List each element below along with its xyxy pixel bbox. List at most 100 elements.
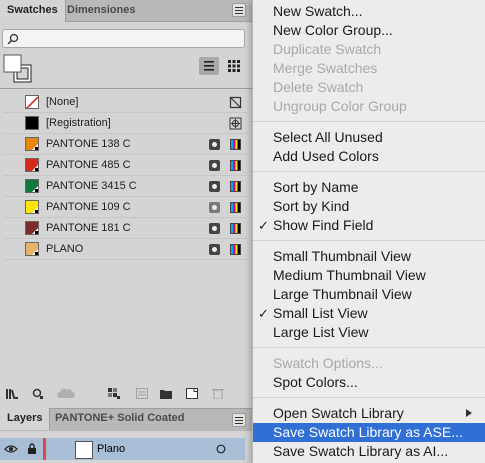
- menu-separator: [253, 171, 485, 172]
- swatch-label: [None]: [46, 96, 79, 108]
- spot-color-icon: [209, 202, 220, 213]
- search-icon: [7, 33, 19, 45]
- swatch-label: [Registration]: [46, 117, 111, 129]
- swatches-panel: Swatches Dimensiones [None] [Registratio…: [0, 0, 252, 463]
- list-view-button[interactable]: [199, 57, 219, 75]
- menu-item-show-find-field[interactable]: ✓ Show Find Field: [253, 216, 485, 235]
- delete-swatch-icon: [212, 389, 224, 399]
- spot-color-icon: [209, 244, 220, 255]
- swatch-libraries-icon[interactable]: [6, 388, 18, 399]
- eye-icon[interactable]: [4, 444, 18, 454]
- swatches-flyout-menu: New Swatch... New Color Group... Duplica…: [252, 0, 485, 463]
- target-icon[interactable]: [216, 444, 226, 454]
- swatch-list: [None] [Registration] PANTONE 138 C PANT…: [3, 92, 247, 260]
- spot-color-icon: [209, 160, 220, 171]
- menu-item-sort-by-name[interactable]: Sort by Name: [253, 178, 485, 197]
- swatch-label: PLANO: [46, 243, 84, 255]
- swatch-chip: [25, 200, 39, 214]
- search-input[interactable]: [2, 29, 245, 48]
- menu-item-ungroup-color-group: Ungroup Color Group: [273, 98, 407, 114]
- tab-pantone-solid-coated[interactable]: PANTONE+ Solid Coated: [48, 408, 191, 429]
- tab-dimensiones[interactable]: Dimensiones: [60, 0, 142, 21]
- cmyk-mode-icon: [230, 244, 241, 255]
- menu-item-add-used-colors[interactable]: Add Used Colors: [253, 147, 485, 166]
- swatch-row-pantone-3415c[interactable]: PANTONE 3415 C: [3, 176, 247, 197]
- spot-color-icon: [209, 223, 220, 234]
- menu-item-open-swatch-library[interactable]: Open Swatch Library: [253, 404, 485, 423]
- panel-tab-bar: Swatches Dimensiones: [0, 0, 252, 22]
- menu-item-swatch-options: Swatch Options...: [273, 355, 383, 371]
- menu-item-delete-swatch: Delete Swatch: [273, 79, 364, 95]
- tab-swatches[interactable]: Swatches: [0, 0, 66, 22]
- menu-item-small-list-view[interactable]: ✓ Small List View: [253, 304, 485, 323]
- registration-swatch-chip: [25, 116, 39, 130]
- list-view-icon: [204, 61, 214, 71]
- menu-item-new-swatch[interactable]: New Swatch...: [253, 2, 485, 21]
- swatch-row-pantone-138c[interactable]: PANTONE 138 C: [3, 134, 247, 155]
- swatch-row-registration[interactable]: [Registration]: [3, 113, 247, 134]
- swatch-kinds-icon[interactable]: [32, 388, 44, 399]
- menu-item-merge-swatches: Merge Swatches: [273, 60, 378, 76]
- new-swatch-icon[interactable]: [186, 388, 198, 399]
- grid-view-icon: [228, 60, 240, 72]
- menu-item-large-list-view[interactable]: Large List View: [253, 323, 485, 342]
- menu-item-save-swatch-library-ase[interactable]: Save Swatch Library as ASE...: [253, 423, 485, 442]
- swatch-label: PANTONE 485 C: [46, 159, 131, 171]
- checkmark-icon: ✓: [258, 218, 269, 233]
- layers-tab-bar: Layers PANTONE+ Solid Coated: [0, 408, 252, 431]
- lock-icon[interactable]: [27, 443, 37, 455]
- layer-row-plano[interactable]: Plano: [0, 438, 245, 460]
- swatch-row-none[interactable]: [None]: [3, 92, 247, 113]
- swatch-chip: [25, 158, 39, 172]
- menu-separator: [253, 240, 485, 241]
- panel-menu-button[interactable]: [232, 3, 246, 17]
- none-swatch-chip: [25, 95, 39, 109]
- swatch-label: PANTONE 109 C: [46, 201, 131, 213]
- checkmark-icon: ✓: [258, 306, 269, 321]
- layer-color-bar: [43, 438, 46, 460]
- menu-item-medium-thumbnail-view[interactable]: Medium Thumbnail View: [253, 266, 485, 285]
- swatch-chip: [25, 137, 39, 151]
- layer-thumbnail: [75, 441, 93, 459]
- no-edit-icon: [229, 96, 242, 109]
- show-swatch-kinds-icon[interactable]: [108, 388, 120, 399]
- cmyk-mode-icon: [230, 181, 241, 192]
- cloud-icon: [57, 388, 75, 398]
- swatch-label: PANTONE 181 C: [46, 222, 131, 234]
- swatch-row-pantone-485c[interactable]: PANTONE 485 C: [3, 155, 247, 176]
- swatches-bottom-toolbar: [0, 382, 252, 406]
- menu-separator: [253, 397, 485, 398]
- cmyk-mode-icon: [230, 202, 241, 213]
- menu-item-sort-by-kind[interactable]: Sort by Kind: [253, 197, 485, 216]
- spot-color-icon: [209, 181, 220, 192]
- layer-label: Plano: [97, 443, 126, 455]
- spot-color-icon: [209, 139, 220, 150]
- swatch-label: PANTONE 3415 C: [46, 180, 137, 192]
- swatch-row-pantone-181c[interactable]: PANTONE 181 C: [3, 218, 247, 239]
- swatch-chip: [25, 221, 39, 235]
- menu-item-select-all-unused[interactable]: Select All Unused: [253, 128, 485, 147]
- swatch-row-pantone-109c[interactable]: PANTONE 109 C: [3, 197, 247, 218]
- divider: [0, 88, 252, 89]
- fill-stroke-indicator[interactable]: [3, 54, 33, 84]
- swatch-label: PANTONE 138 C: [46, 138, 131, 150]
- cmyk-mode-icon: [230, 139, 241, 150]
- tab-layers[interactable]: Layers: [0, 408, 51, 430]
- menu-item-large-thumbnail-view[interactable]: Large Thumbnail View: [253, 285, 485, 304]
- swatch-chip: [25, 242, 39, 256]
- swatch-row-plano[interactable]: PLANO: [3, 239, 247, 260]
- submenu-arrow-icon: [466, 409, 472, 417]
- layers-menu-button[interactable]: [232, 413, 246, 427]
- swatch-chip: [25, 179, 39, 193]
- menu-separator: [253, 121, 485, 122]
- new-color-group-icon[interactable]: [160, 388, 172, 399]
- cmyk-mode-icon: [230, 223, 241, 234]
- menu-separator: [253, 347, 485, 348]
- swatch-options-icon: [136, 388, 148, 399]
- menu-item-save-swatch-library-ai[interactable]: Save Swatch Library as AI...: [253, 442, 485, 461]
- menu-item-small-thumbnail-view[interactable]: Small Thumbnail View: [253, 247, 485, 266]
- menu-item-new-color-group[interactable]: New Color Group...: [253, 21, 485, 40]
- menu-item-spot-colors[interactable]: Spot Colors...: [253, 373, 485, 392]
- thumbnail-view-button[interactable]: [224, 57, 244, 75]
- cmyk-mode-icon: [230, 160, 241, 171]
